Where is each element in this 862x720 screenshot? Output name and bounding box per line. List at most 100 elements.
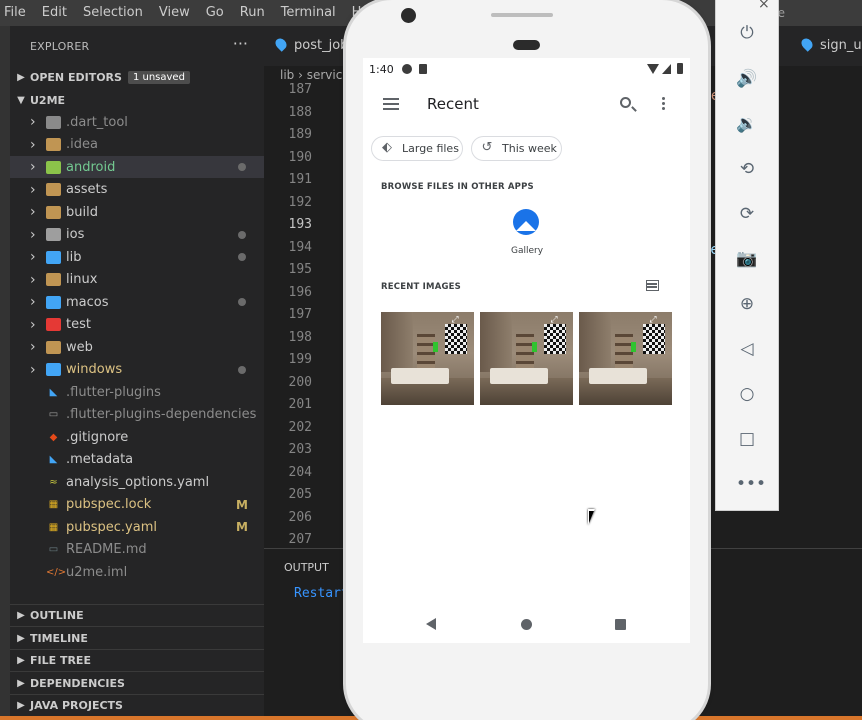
- open-editors-header[interactable]: ▶ OPEN EDITORS 1 unsaved: [10, 66, 264, 88]
- tree-item[interactable]: ◆ .gitignore: [10, 426, 264, 448]
- tree-item-label: README.md: [66, 542, 147, 557]
- gallery-app-icon[interactable]: [513, 209, 539, 235]
- line-number: 204: [288, 464, 312, 480]
- nav-recents-icon[interactable]: [615, 619, 626, 630]
- tree-item-label: linux: [66, 272, 98, 287]
- menu-run[interactable]: Run: [232, 0, 273, 26]
- menu-go[interactable]: Go: [198, 0, 232, 26]
- tree-item-label: macos: [66, 294, 109, 310]
- chip-this-week[interactable]: ↺ This week: [471, 136, 562, 161]
- wifi-icon: [647, 64, 659, 74]
- tree-item[interactable]: ◣ .metadata: [10, 449, 264, 471]
- open-editors-label: OPEN EDITORS: [30, 70, 122, 84]
- volume-down-icon[interactable]: 🔉: [736, 113, 758, 135]
- tree-item[interactable]: › .dart_tool: [10, 111, 264, 133]
- tree-item[interactable]: › android: [10, 156, 264, 178]
- tree-item[interactable]: › lib: [10, 246, 264, 268]
- close-icon[interactable]: ×: [758, 0, 770, 12]
- expand-icon[interactable]: ⤢: [645, 316, 661, 325]
- tree-item[interactable]: ▦ pubspec.yaml M: [10, 516, 264, 538]
- zoom-icon[interactable]: ⊕: [736, 293, 758, 315]
- tree-item[interactable]: › linux: [10, 269, 264, 291]
- expand-icon[interactable]: ⤢: [447, 316, 463, 325]
- file-icon: ▦: [48, 499, 59, 510]
- panel-title[interactable]: OUTPUT: [284, 561, 329, 574]
- tree-item[interactable]: › test: [10, 314, 264, 336]
- more-icon[interactable]: •••: [736, 473, 766, 495]
- tree-item[interactable]: ≈ analysis_options.yaml: [10, 471, 264, 493]
- tree-item-label: analysis_options.yaml: [66, 474, 210, 490]
- home-icon[interactable]: ○: [736, 383, 758, 405]
- dependencies-header[interactable]: ▶ DEPENDENCIES: [10, 672, 264, 694]
- folder-icon: [46, 295, 61, 309]
- expand-icon[interactable]: ⤢: [546, 316, 562, 325]
- hamburger-menu-icon[interactable]: [383, 98, 399, 110]
- battery-icon: [677, 63, 683, 74]
- menu-terminal[interactable]: Terminal: [273, 0, 344, 26]
- folder-icon: [46, 205, 61, 219]
- tree-item[interactable]: › windows: [10, 359, 264, 381]
- folder-icon: [46, 318, 61, 331]
- nav-home-icon[interactable]: [521, 619, 532, 630]
- file-icon: ◣: [49, 386, 58, 398]
- overflow-menu-icon[interactable]: [662, 97, 665, 111]
- gallery-label[interactable]: Gallery: [511, 246, 543, 256]
- camera-icon[interactable]: 📷: [736, 248, 758, 270]
- folder-icon: [46, 138, 61, 151]
- recent-image-thumbnail[interactable]: ⤢: [480, 312, 573, 405]
- tree-item[interactable]: ▭ README.md: [10, 539, 264, 561]
- menu-edit[interactable]: Edit: [34, 0, 75, 26]
- overview-icon[interactable]: □: [736, 428, 758, 450]
- tree-item[interactable]: › build: [10, 201, 264, 223]
- list-view-icon[interactable]: [646, 280, 659, 291]
- chip-label: This week: [502, 142, 557, 155]
- tree-item[interactable]: ▭ .flutter-plugins-dependencies: [10, 404, 264, 426]
- signal-icon: [662, 64, 671, 74]
- tree-item[interactable]: › macos: [10, 291, 264, 313]
- tab-sign-up[interactable]: sign_u: [799, 26, 862, 66]
- chip-large-files[interactable]: ⬖ Large files: [371, 136, 463, 161]
- sd-card-icon: [419, 64, 427, 74]
- breadcrumb[interactable]: lib › service: [280, 68, 350, 82]
- volume-up-icon[interactable]: 🔊: [736, 68, 758, 90]
- tree-item-label: .dart_tool: [66, 114, 128, 130]
- tree-item-label: test: [66, 317, 91, 332]
- tree-item[interactable]: › assets: [10, 179, 264, 201]
- power-icon[interactable]: ⏻: [736, 22, 758, 44]
- file-tree-header[interactable]: ▶ FILE TREE: [10, 649, 264, 671]
- unsaved-badge: 1 unsaved: [127, 70, 190, 84]
- rotate-left-icon[interactable]: ⟲: [736, 158, 758, 180]
- menu-view[interactable]: View: [151, 0, 198, 26]
- back-icon[interactable]: ◁: [736, 338, 758, 360]
- menu-file[interactable]: File: [0, 0, 34, 26]
- tree-item[interactable]: › ios: [10, 224, 264, 246]
- more-actions-icon[interactable]: ···: [233, 34, 248, 53]
- tree-item[interactable]: › .idea: [10, 134, 264, 156]
- rotate-right-icon[interactable]: ⟳: [736, 203, 758, 225]
- explorer-sidebar: EXPLORER ··· ▶ OPEN EDITORS 1 unsaved ▼ …: [10, 26, 264, 716]
- timeline-header[interactable]: ▶ TIMELINE: [10, 627, 264, 649]
- outline-header[interactable]: ▶ OUTLINE: [10, 604, 264, 626]
- tab-post-job[interactable]: post_job: [273, 26, 348, 66]
- file-icon: ≈: [49, 476, 58, 488]
- folder-icon: [46, 250, 61, 264]
- recent-image-thumbnail[interactable]: ⤢: [381, 312, 474, 405]
- menu-selection[interactable]: Selection: [75, 0, 151, 26]
- search-icon[interactable]: [620, 97, 631, 108]
- project-header[interactable]: ▼ U2ME: [10, 89, 264, 111]
- tree-item[interactable]: ◣ .flutter-plugins: [10, 381, 264, 403]
- line-number: 195: [288, 262, 312, 277]
- folder-icon: [46, 160, 61, 174]
- nav-back-icon[interactable]: [426, 618, 436, 630]
- chevron-right-icon: ›: [30, 294, 36, 310]
- recent-image-thumbnail[interactable]: ⤢: [579, 312, 672, 405]
- tree-item[interactable]: ▦ pubspec.lock M: [10, 494, 264, 516]
- tree-item[interactable]: </> u2me.iml: [10, 561, 264, 583]
- java-projects-header[interactable]: ▶ JAVA PROJECTS: [10, 694, 264, 716]
- chevron-right-icon: ▶: [17, 71, 25, 83]
- line-number: 191: [288, 172, 312, 187]
- emulator-toolbar: ⏻ 🔊 🔉 ⟲ ⟳ 📷 ⊕ ◁ ○ □ •••: [715, 0, 779, 511]
- tree-item[interactable]: › web: [10, 336, 264, 358]
- line-number: 197: [288, 307, 312, 322]
- folder-icon: [46, 273, 61, 286]
